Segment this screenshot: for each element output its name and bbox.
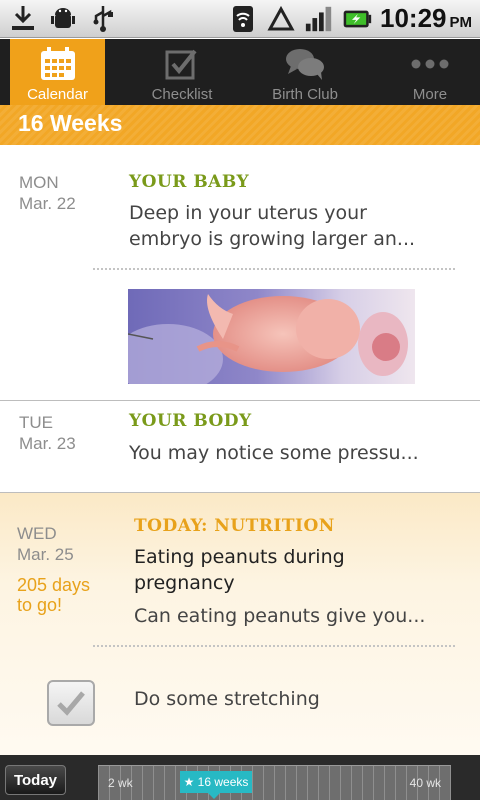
tab-checklist-label: Checklist [151, 86, 213, 103]
entry-title: TODAY: NUTRITION [134, 516, 335, 536]
tab-calendar[interactable]: Calendar [10, 39, 105, 105]
entry-title: YOUR BABY [129, 172, 250, 192]
entry-headline: Eating peanuts during pregnancy [134, 546, 345, 594]
day-of-week: WED [17, 524, 57, 543]
chat-bubbles-icon [245, 46, 365, 82]
entry-date: TUE Mar. 23 [19, 412, 76, 454]
date-label: Mar. 23 [19, 434, 76, 453]
tab-birth-club-label: Birth Club [272, 86, 338, 103]
status-bar: 10:29 PM [0, 0, 480, 38]
timeline-end-label: 40 wk [409, 776, 441, 790]
day-of-week: TUE [19, 413, 53, 432]
dotted-divider [93, 645, 455, 647]
task-label: Do some stretching [134, 688, 320, 710]
calendar-icon [10, 46, 105, 82]
checklist-icon [122, 46, 242, 82]
tab-bar: Calendar Checklist Birth Club More [0, 39, 480, 105]
week-header: 16 Weeks [0, 105, 480, 145]
days-to-go: 205 days to go! [17, 575, 91, 615]
today-button[interactable]: Today [5, 765, 66, 795]
more-dots-icon [370, 46, 480, 82]
tab-more[interactable]: More [370, 39, 480, 105]
entry-title: YOUR BODY [129, 411, 252, 431]
usb-icon [88, 3, 118, 33]
entry-summary: Deep in your uterus your embryo is growi… [129, 202, 416, 250]
dotted-divider [93, 268, 455, 270]
entry-summary: Can eating peanuts give you... [134, 605, 426, 627]
clock: 10:29 PM [380, 3, 472, 33]
android-debug-icon [48, 3, 78, 33]
date-label: Mar. 25 [17, 545, 74, 564]
tab-checklist[interactable]: Checklist [122, 39, 242, 105]
entry-separator [0, 400, 480, 401]
timeline-current-marker[interactable]: ★ 16 weeks [180, 771, 252, 793]
checkmark-icon [57, 691, 85, 716]
timeline-pointer [208, 793, 220, 799]
tab-more-label: More [412, 86, 448, 103]
week-timeline-slider[interactable]: 2 wk ★ 16 weeks 40 wk [98, 765, 451, 800]
day-of-week: MON [19, 173, 59, 192]
bottom-timeline-bar: Today 2 wk ★ 16 weeks 40 wk [0, 755, 480, 800]
timeline-start-label: 2 wk [108, 776, 133, 790]
entry-date: MON Mar. 22 [19, 172, 76, 214]
wifi-icon [228, 4, 258, 34]
fetus-image[interactable] [128, 289, 415, 384]
date-label: Mar. 22 [19, 194, 76, 213]
tab-birth-club[interactable]: Birth Club [245, 39, 365, 105]
tab-calendar-label: Calendar [27, 86, 88, 103]
cell-signal-icon [304, 4, 334, 34]
download-icon [8, 3, 38, 33]
task-checkbox[interactable] [47, 680, 95, 726]
battery-charging-icon [342, 4, 372, 34]
week-title: 16 Weeks [18, 110, 123, 136]
triangle-signal-icon [266, 4, 296, 34]
entry-date: WED Mar. 25 [17, 523, 74, 565]
entry-summary: You may notice some pressu... [129, 442, 419, 464]
